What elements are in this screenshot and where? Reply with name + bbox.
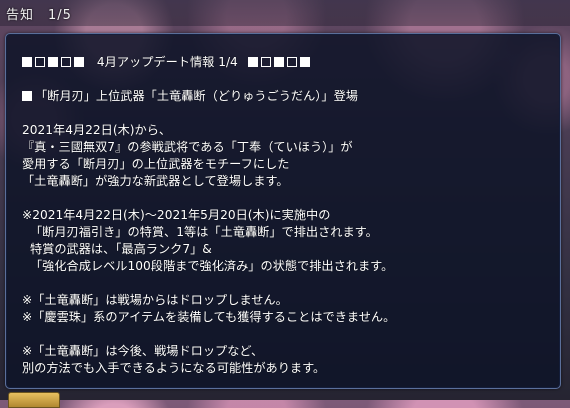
- square-filled-icon: [22, 57, 32, 67]
- notice-line: ※「土竜轟断」は戦場からはドロップしません。: [22, 293, 288, 307]
- notice-line: ※2021年4月22日(木)～2021年5月20日(木)に実施中の: [22, 208, 331, 222]
- square-hollow-icon: [260, 57, 271, 67]
- window-title: 告知 1/5: [6, 4, 72, 23]
- square-filled-icon: [74, 57, 84, 67]
- notice-headline: 「断月刃」上位武器「土竜轟断（どりゅうごうだん）」登場: [22, 88, 548, 105]
- square-hollow-icon: [61, 57, 71, 67]
- title-bar: 告知 1/5: [0, 0, 570, 26]
- notice-header-title: 4月アップデート情報 1/4: [96, 55, 238, 69]
- square-filled-icon: [247, 57, 258, 67]
- square-hollow-icon: [286, 57, 297, 67]
- notice-line: 「断月刃福引き」の特賞、1等は「土竜轟断」で排出されます。: [30, 225, 378, 239]
- square-filled-icon: [273, 57, 284, 67]
- notice-line: ※「慶雲珠」系のアイテムを装備しても獲得することはできません。: [22, 310, 396, 324]
- notice-header: 4月アップデート情報 1/4: [22, 54, 548, 71]
- notice-content: 4月アップデート情報 1/4 「断月刃」上位武器「土竜轟断（どりゅうごうだん）」…: [22, 54, 548, 377]
- page-indicator: 1/5: [48, 8, 72, 23]
- notice-line: 「強化合成レベル100段階まで強化済み」の状態で排出されます。: [30, 259, 394, 273]
- notice-line: 愛用する「断月刃」の上位武器をモチーフにした: [22, 157, 290, 171]
- notice-line: 別の方法でも入手できるようになる可能性があります。: [22, 361, 326, 375]
- notice-line: 特賞の武器は、「最高ランク7」&: [30, 242, 212, 256]
- notice-line: 「土竜轟断」が強力な新武器として登場します。: [22, 174, 289, 188]
- square-hollow-icon: [35, 57, 45, 67]
- notice-line: 2021年4月22日(木)から、: [22, 123, 172, 137]
- bottom-tab-button[interactable]: [8, 392, 60, 408]
- window-title-label: 告知: [6, 8, 35, 23]
- square-filled-icon: [22, 91, 32, 101]
- square-filled-icon: [299, 57, 310, 67]
- notice-panel[interactable]: 4月アップデート情報 1/4 「断月刃」上位武器「土竜轟断（どりゅうごうだん）」…: [5, 33, 561, 389]
- notice-line: 『真・三國無双7』の参戦武将である「丁奉（ていほう）」が: [22, 140, 353, 154]
- square-filled-icon: [48, 57, 58, 67]
- headline-text: 「断月刃」上位武器「土竜轟断（どりゅうごうだん）」登場: [35, 89, 358, 103]
- notice-line: ※「土竜轟断」は今後、戦場ドロップなど、: [22, 344, 264, 358]
